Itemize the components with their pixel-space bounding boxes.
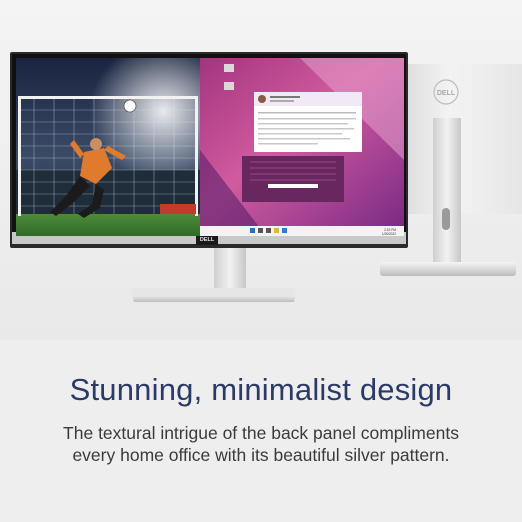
- image-card: [242, 156, 344, 202]
- description: The textural intrigue of the back panel …: [20, 422, 502, 466]
- taskbar: 2:19 PM 1/26/2022: [200, 226, 404, 236]
- screen-right-desktop: 2:19 PM 1/26/2022: [200, 58, 404, 236]
- taskbar-date: 1/26/2022: [382, 232, 396, 236]
- rear-logo-text: DELL: [437, 90, 456, 97]
- search-icon: [258, 228, 263, 233]
- folder-icon: [224, 82, 234, 90]
- start-icon: [250, 228, 255, 233]
- bezel-logo-text: DELL: [200, 237, 215, 243]
- description-line: every home office with its beautiful sil…: [72, 445, 450, 465]
- ball-icon: [123, 99, 137, 113]
- taskview-icon: [266, 228, 271, 233]
- browser-icon: [282, 228, 287, 233]
- screen-left-football: [16, 58, 200, 236]
- headline: Stunning, minimalist design: [69, 372, 453, 407]
- description-line: The textural intrigue of the back panel …: [63, 423, 459, 443]
- email-window: [254, 92, 362, 152]
- explorer-icon: [274, 228, 279, 233]
- folder-icon: [224, 64, 234, 72]
- product-photo: DELL DELL 2:19 PM 1/26/2022: [0, 0, 522, 340]
